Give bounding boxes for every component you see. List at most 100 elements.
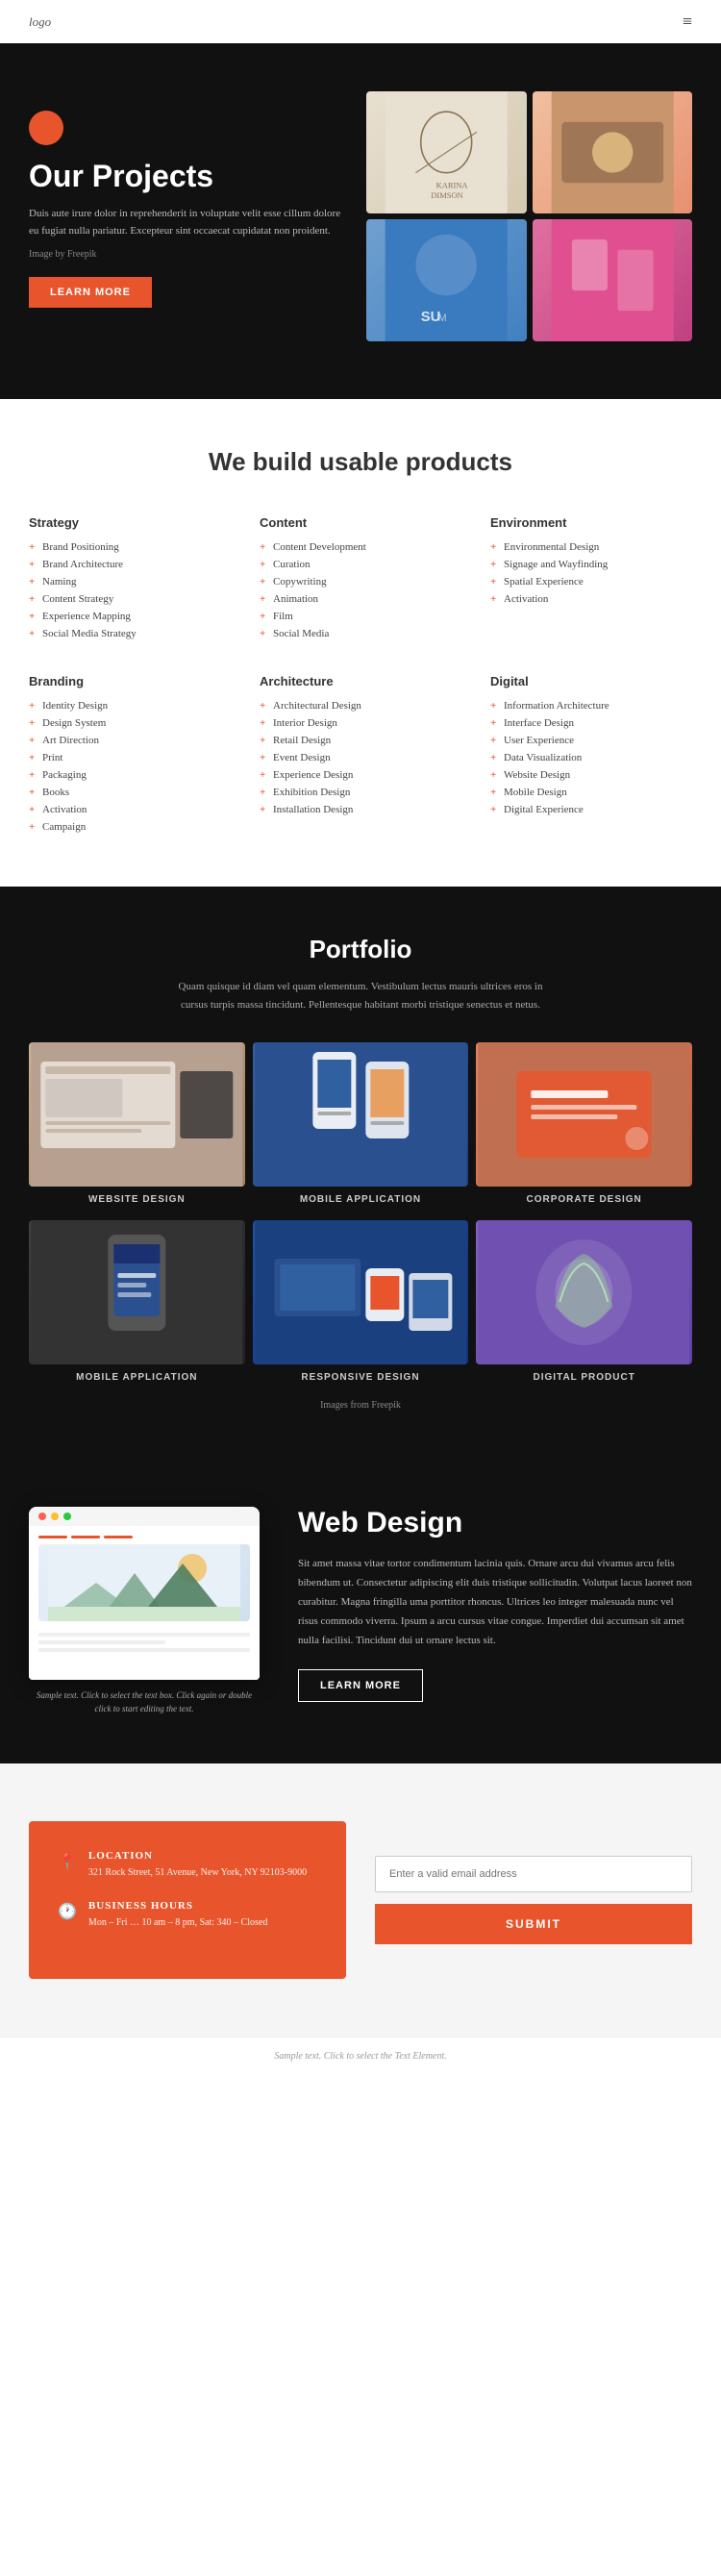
hero-content: Our Projects Duis aute irure dolor in re… <box>29 91 347 308</box>
list-item: Film <box>260 611 461 622</box>
portfolio-label-6: DIGITAL PRODUCT <box>476 1364 692 1390</box>
portfolio-label-5: RESPONSIVE DESIGN <box>253 1364 469 1390</box>
contact-section: 📍 LOCATION 321 Rock Street, 51 Avenue, N… <box>0 1763 721 2037</box>
mockup-line-2 <box>38 1640 165 1644</box>
card3-svg: SU M <box>366 219 526 341</box>
hero-image-4 <box>533 219 692 341</box>
list-item: Installation Design <box>260 804 461 815</box>
list-item: Content Development <box>260 541 461 553</box>
list-item: Brand Architecture <box>29 559 231 570</box>
services-grid: Strategy Brand Positioning Brand Archite… <box>29 515 692 838</box>
list-item: Architectural Design <box>260 700 461 712</box>
list-item: Print <box>29 752 231 763</box>
hero-section: Our Projects Duis aute irure dolor in re… <box>0 43 721 399</box>
list-item: Social Media <box>260 628 461 639</box>
service-branding-heading: Branding <box>29 674 231 688</box>
contact-location-label: LOCATION <box>88 1850 307 1862</box>
card4-svg <box>533 219 692 341</box>
nav-item <box>104 1536 133 1538</box>
logo: logo <box>29 14 51 30</box>
submit-button[interactable]: SUBMIT <box>375 1904 692 1944</box>
webdesign-content: Web Design Sit amet massa vitae tortor c… <box>298 1507 692 1702</box>
list-item: Data Visualization <box>490 752 692 763</box>
website-design-svg <box>29 1042 245 1187</box>
webdesign-text: Sit amet massa vitae tortor condimentum … <box>298 1555 692 1650</box>
webdesign-inner: Sample text. Click to select the text bo… <box>29 1507 692 1715</box>
list-item: Content Strategy <box>29 593 231 605</box>
list-item: Event Design <box>260 752 461 763</box>
mockup-body <box>29 1526 260 1680</box>
service-environment-heading: Environment <box>490 515 692 530</box>
service-architecture: Architecture Architectural Design Interi… <box>260 674 461 838</box>
service-digital: Digital Information Architecture Interfa… <box>490 674 692 838</box>
portfolio-grid: WEBSITE DESIGN MOBILE APPLICATION <box>29 1042 692 1390</box>
mockup-line-3 <box>38 1648 250 1652</box>
dot-red <box>38 1513 46 1520</box>
svg-text:M: M <box>438 313 447 324</box>
mockup-topbar <box>29 1507 260 1526</box>
mockup-line-1 <box>38 1633 250 1637</box>
webdesign-mockup: Sample text. Click to select the text bo… <box>29 1507 260 1715</box>
list-item: Signage and Wayfinding <box>490 559 692 570</box>
dot-green <box>63 1513 71 1520</box>
list-item: Copywriting <box>260 576 461 588</box>
menu-icon[interactable]: ≡ <box>683 12 692 32</box>
service-environment: Environment Environmental Design Signage… <box>490 515 692 645</box>
webdesign-title: Web Design <box>298 1507 692 1539</box>
list-item: Art Direction <box>29 735 231 746</box>
service-strategy-list: Brand Positioning Brand Architecture Nam… <box>29 541 231 639</box>
hero-credit: Image by Freepik <box>29 249 347 260</box>
service-environment-list: Environmental Design Signage and Wayfind… <box>490 541 692 605</box>
portfolio-description: Quam quisque id diam vel quam elementum.… <box>178 978 543 1013</box>
portfolio-image-3 <box>476 1042 692 1187</box>
list-item: Books <box>29 787 231 798</box>
nav-item <box>71 1536 100 1538</box>
service-digital-heading: Digital <box>490 674 692 688</box>
svg-text:KARINA: KARINA <box>436 181 469 190</box>
mockup-caption: Sample text. Click to select the text bo… <box>29 1689 260 1715</box>
svg-text:DIMSON: DIMSON <box>432 190 463 200</box>
portfolio-item-1[interactable]: WEBSITE DESIGN <box>29 1042 245 1213</box>
email-input[interactable] <box>375 1856 692 1892</box>
portfolio-title: Portfolio <box>29 935 692 964</box>
portfolio-item-3[interactable]: CORPORATE DESIGN <box>476 1042 692 1213</box>
webdesign-section: Sample text. Click to select the text bo… <box>0 1459 721 1763</box>
list-item: Curation <box>260 559 461 570</box>
list-item: Experience Design <box>260 769 461 781</box>
list-item: Activation <box>29 804 231 815</box>
hero-circle-decoration <box>29 111 63 145</box>
webdesign-learn-more-button[interactable]: LEARN MORE <box>298 1669 423 1702</box>
list-item: Design System <box>29 717 231 729</box>
mountain-illustration <box>38 1544 250 1621</box>
hero-image-3: SU M <box>366 219 526 341</box>
hero-image-1: KARINA DIMSON <box>366 91 526 213</box>
portfolio-label-2: MOBILE APPLICATION <box>253 1187 469 1213</box>
card2-svg <box>533 91 692 213</box>
list-item: Digital Experience <box>490 804 692 815</box>
list-item: Animation <box>260 593 461 605</box>
mockup-frame <box>29 1507 260 1680</box>
portfolio-item-4[interactable]: MOBILE APPLICATION <box>29 1220 245 1390</box>
services-section: We build usable products Strategy Brand … <box>0 399 721 887</box>
portfolio-item-2[interactable]: MOBILE APPLICATION <box>253 1042 469 1213</box>
contact-info-box: 📍 LOCATION 321 Rock Street, 51 Avenue, N… <box>29 1821 346 1979</box>
header: logo ≡ <box>0 0 721 43</box>
service-strategy-heading: Strategy <box>29 515 231 530</box>
portfolio-image-6 <box>476 1220 692 1364</box>
service-content: Content Content Development Curation Cop… <box>260 515 461 645</box>
footer-text: Sample text. Click to select the Text El… <box>29 2051 692 2062</box>
list-item: Interface Design <box>490 717 692 729</box>
list-item: Mobile Design <box>490 787 692 798</box>
list-item: Interior Design <box>260 717 461 729</box>
list-item: Website Design <box>490 769 692 781</box>
portfolio-section: Portfolio Quam quisque id diam vel quam … <box>0 887 721 1459</box>
portfolio-item-5[interactable]: RESPONSIVE DESIGN <box>253 1220 469 1390</box>
clock-icon: 🕐 <box>58 1902 77 1921</box>
hero-learn-more-button[interactable]: LEARN MORE <box>29 277 152 308</box>
contact-inner: 📍 LOCATION 321 Rock Street, 51 Avenue, N… <box>29 1821 692 1979</box>
portfolio-image-4 <box>29 1220 245 1364</box>
list-item: Environmental Design <box>490 541 692 553</box>
portfolio-item-6[interactable]: DIGITAL PRODUCT <box>476 1220 692 1390</box>
portfolio-credit: Images from Freepik <box>29 1400 692 1411</box>
list-item: Activation <box>490 593 692 605</box>
